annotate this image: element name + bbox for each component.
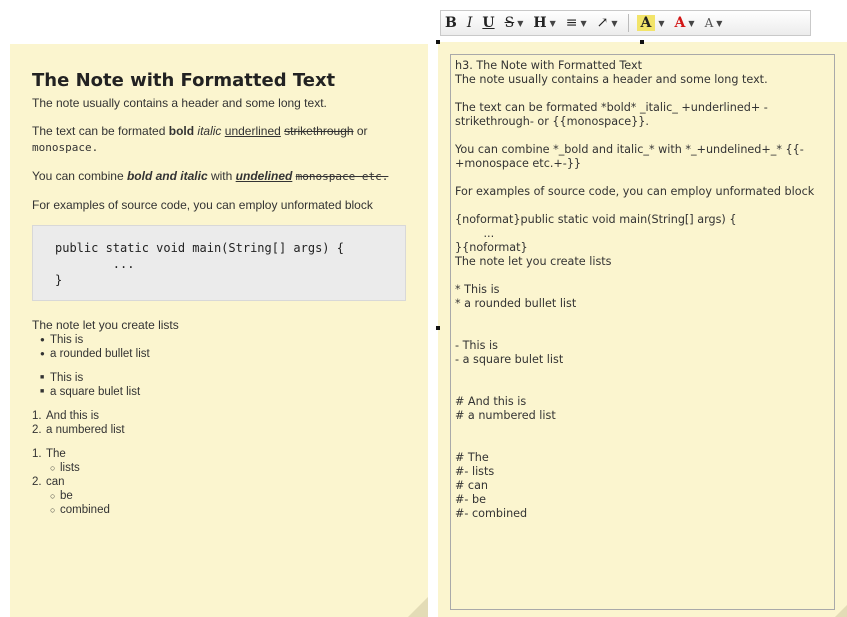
link-dropdown[interactable]: ↗ ▼ [597,15,618,31]
numbered-list: And this is a numbered list [32,409,406,437]
sub-list-item: lists [46,461,406,475]
combined-item-text: can [46,476,65,488]
monospace-sample: monospace. [32,141,99,154]
heading-icon: H [533,15,547,31]
square-bullet-list: This is a square bulet list [32,371,406,399]
italic-icon: I [466,15,473,31]
chevron-down-icon: ▼ [549,18,556,28]
note-title: The Note with Formatted Text [32,70,336,91]
mono-strike-sample: monospace etc. [295,170,389,183]
strikethrough-icon: S [504,15,515,31]
bold-icon: B [445,15,457,31]
highlight-color-dropdown[interactable]: A ▼ [636,15,665,31]
chevron-down-icon: ▼ [688,18,695,28]
link-icon: ↗ [596,15,609,31]
combine-prefix: You can combine [32,169,127,183]
list-item: a numbered list [32,423,125,437]
chevron-down-icon: ▼ [611,18,618,28]
formatting-toolbar: B I U S ▼ H ▼ ≡ ▼ ↗ ▼ A ▼ A ▼ A ▼ [440,10,811,36]
list-dropdown[interactable]: ≡ ▼ [566,15,587,31]
strikethrough-dropdown[interactable]: S ▼ [505,15,524,31]
sub-list: lists [46,461,406,475]
combined-list: The lists can be combined [32,447,406,517]
code-block: public static void main(String[] args) {… [32,225,406,301]
lists-intro: The note let you create lists [32,318,179,332]
font-size-dropdown[interactable]: A ▼ [705,16,723,30]
editor-panel: h3. The Note with Formatted Text The not… [438,42,847,617]
list-item: And this is [32,409,100,423]
chevron-down-icon: ▼ [716,18,723,28]
chevron-down-icon: ▼ [580,18,587,28]
highlight-icon: A [636,15,656,31]
list-item: This is [32,333,406,347]
note-intro: The note usually contains a header and s… [32,96,327,110]
heading-dropdown[interactable]: H ▼ [533,15,555,31]
font-size-icon: A [704,16,714,30]
strike-sample: strikethrough [284,124,354,138]
bold-sample: bold [168,124,195,138]
list-item: This is [32,371,406,385]
sub-list-item: be [46,489,406,503]
italic-button[interactable]: I [467,15,473,31]
note-source-editor[interactable]: h3. The Note with Formatted Text The not… [450,54,835,610]
toolbar-divider [627,14,629,32]
chevron-down-icon: ▼ [517,18,524,28]
with-text: with [207,169,236,183]
sub-list-item: combined [46,503,406,517]
undelined-sample: undelined [235,169,293,183]
list-icon: ≡ [565,15,578,31]
list-item: can be combined [32,475,406,517]
font-color-dropdown[interactable]: A ▼ [675,15,695,31]
sub-list: be combined [46,489,406,517]
underline-button[interactable]: U [482,15,494,31]
underlined-sample: underlined [224,124,281,138]
resize-handle-top-left[interactable] [436,40,440,44]
font-color-icon: A [674,15,686,31]
formats-paragraph: The text can be formated bold italic und… [32,123,406,156]
code-intro: For examples of source code, you can emp… [32,198,373,212]
rendered-note: The Note with Formatted Text The note us… [10,44,428,617]
italic-sample: italic [197,124,222,138]
underline-icon: U [482,15,495,31]
rounded-bullet-list: This is a rounded bullet list [32,333,406,361]
or-text: or [353,124,368,138]
combined-item-text: The [46,448,66,460]
chevron-down-icon: ▼ [658,18,665,28]
list-item: a rounded bullet list [32,347,406,361]
bold-italic-sample: bold and italic [126,169,208,183]
resize-handle-top[interactable] [640,40,644,44]
resize-handle-left[interactable] [436,326,440,330]
list-item: a square bulet list [32,385,406,399]
formats-prefix: The text can be formated [32,124,169,138]
combine-paragraph: You can combine bold and italic with und… [32,168,406,185]
list-item: The lists [32,447,406,475]
bold-button[interactable]: B [445,15,457,31]
